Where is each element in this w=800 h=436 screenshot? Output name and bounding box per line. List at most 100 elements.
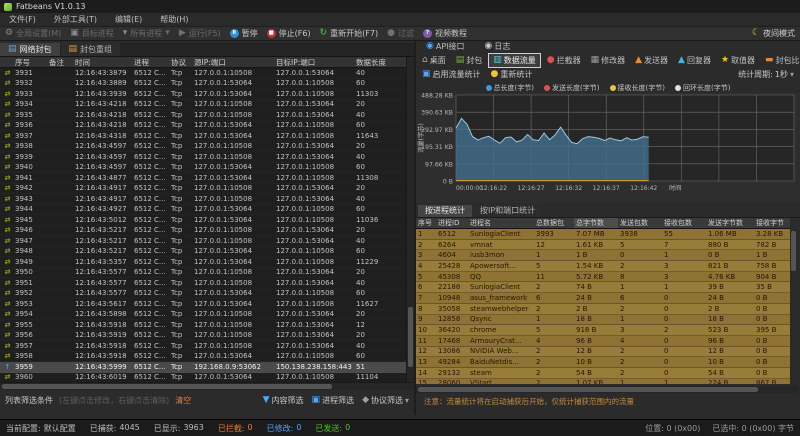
tool-tab-1[interactable]: ▤ 封包 <box>452 54 487 67</box>
stats-table-row[interactable]: 2 6264 vmnat 12 1.61 KB 5 7 880 B 782 B <box>416 239 790 251</box>
stats-table-row[interactable]: 14 29132 steam 2 54 B 2 0 54 B 0 B <box>416 367 790 379</box>
toolbar-button-4[interactable]: Ⅱ 暂停 <box>229 28 258 39</box>
table-row[interactable]: ⇄ 3942 12:16:43:4917 6512 C... Tcp 127.0.0.1:… <box>0 184 406 195</box>
stats-table-row[interactable]: 7 10948 asus_framework 6 24 B 6 0 24 B 0 B <box>416 293 790 304</box>
stats-tab-0[interactable]: 按进程统计 <box>418 205 472 217</box>
table-row[interactable]: ⇄ 3955 12:16:43:5918 6512 C... Tcp 127.0.0.1:… <box>0 320 406 331</box>
stats-column-header-3[interactable]: 总数据包 <box>534 218 574 228</box>
stat-period-select[interactable]: 统计周期: 1秒 ▾ <box>738 69 794 80</box>
right-top-tab-1[interactable]: ◉ 日志 <box>481 40 515 53</box>
table-row[interactable]: ⇄ 3951 12:16:43:5577 6512 C... Tcp 127.0.0.1:… <box>0 278 406 289</box>
stats-table-row[interactable]: 15 28060 VStart 2 1.07 KB 1 1 224 B 867 B <box>416 378 790 384</box>
protocol-filter-button[interactable]: ◆ 协议筛选 ▾ <box>362 395 409 406</box>
stats-table-row[interactable]: 1 6512 SunlogiaClient 3993 7.07 MB 3938 55 1.06… <box>416 229 790 240</box>
hscroll-thumb[interactable] <box>418 387 758 392</box>
clear-filter-button[interactable]: 清空 <box>175 395 191 406</box>
tool-tab-4[interactable]: ▦ 修改器 <box>587 54 630 67</box>
stats-table-row[interactable]: 11 17468 ArmouryCrat... 4 96 B 4 0 96 B 0 B <box>416 335 790 347</box>
left-tab-1[interactable]: ▤ 封包重组 <box>60 43 121 56</box>
tool-tab-2[interactable]: ▥ 数据流量 <box>488 52 541 68</box>
table-row[interactable]: ⇄ 3953 12:16:43:5617 6512 C... Tcp 127.0.0.1:… <box>0 299 406 310</box>
column-header-0[interactable]: 序号 <box>13 57 47 68</box>
table-row[interactable]: ⇄ 3938 12:16:43:4597 6512 C... Tcp 127.0.0.1:… <box>0 142 406 153</box>
stats-tab-1[interactable]: 按IP和端口统计 <box>473 205 543 217</box>
column-header-7[interactable]: 数据长度 <box>354 57 400 68</box>
hscroll-thumb[interactable] <box>2 384 332 389</box>
column-header-4[interactable]: 协议 <box>169 57 192 68</box>
stats-table-hscrollbar[interactable] <box>416 386 798 393</box>
column-header-5[interactable]: 源IP:端口 <box>192 57 274 68</box>
right-top-tab-0[interactable]: ◉ API接口 <box>422 40 469 53</box>
tool-tab-6[interactable]: ▲ 回复器 <box>674 54 715 67</box>
toolbar-button-8[interactable]: ? 视频教程 <box>422 28 467 39</box>
tool-tab-7[interactable]: ★ 取值器 <box>717 54 759 67</box>
column-header-1[interactable]: 备注 <box>47 57 73 68</box>
table-row[interactable]: ⇄ 3946 12:16:43:5217 6512 C... Tcp 127.0.0.1:… <box>0 226 406 237</box>
column-header-3[interactable]: 进程 <box>132 57 169 68</box>
table-row[interactable]: ⇄ 3937 12:16:43:4318 6512 C... Tcp 127.0.0.1:… <box>0 131 406 142</box>
table-row[interactable]: ⇄ 3950 12:16:43:5577 6512 C... Tcp 127.0.0.1:… <box>0 268 406 279</box>
vscroll-thumb[interactable] <box>791 231 796 271</box>
process-filter-button[interactable]: ▣ 进程筛选 <box>312 395 355 406</box>
tool-tab-8[interactable]: ▬封包比对 <box>761 54 800 67</box>
left-tab-0[interactable]: ▤ 网络封包 <box>0 43 60 56</box>
toolbar-button-5[interactable]: ■ 停止(F6) <box>266 28 311 39</box>
tool-tab-5[interactable]: ▲ 发送器 <box>631 54 672 67</box>
table-row[interactable]: ⇄ 3957 12:16:43:5918 6512 C... Tcp 127.0.0.1:… <box>0 341 406 352</box>
table-row[interactable]: ⇄ 3935 12:16:43:4218 6512 C... Tcp 127.0.0.1:… <box>0 110 406 121</box>
stats-column-header-2[interactable]: 进程名 <box>468 218 534 228</box>
menu-item-2[interactable]: 编辑(E) <box>106 13 151 27</box>
table-row[interactable]: ⇄ 3932 12:16:43:3889 6512 C... Tcp 127.0.0.1:… <box>0 79 406 90</box>
vscroll-thumb[interactable] <box>408 307 413 367</box>
stats-table-row[interactable]: 3 4604 iusb3mon 1 1 B 0 1 0 B 1 B <box>416 250 790 262</box>
table-row[interactable]: ⇄ 3956 12:16:43:5919 6512 C... Tcp 127.0.0.1:… <box>0 331 406 342</box>
column-header-2[interactable]: 时间 <box>73 57 132 68</box>
enable-traffic-stats-button[interactable]: ▣ 启用流量统计 <box>422 69 481 80</box>
stats-column-header-0[interactable]: 序号 <box>416 218 436 228</box>
legend-item-3[interactable]: 回环长度(字节) <box>674 83 730 93</box>
night-mode-toggle[interactable]: ☾ 夜间模式 <box>752 28 795 39</box>
table-row[interactable]: ⇄ 3944 12:16:43:4927 6512 C... Tcp 127.0.0.1:… <box>0 205 406 216</box>
table-row[interactable]: ⇄ 3960 12:16:43:6019 6512 C... Tcp 127.0.0.1:… <box>0 373 406 383</box>
stats-table-vscrollbar[interactable] <box>790 229 798 384</box>
stats-table-row[interactable]: 12 13086 NVIDIA Web... 2 12 B 2 0 12 B 0 B <box>416 346 790 358</box>
table-row[interactable]: ⇄ 3948 12:16:43:5217 6512 C... Tcp 127.0.0.1:… <box>0 247 406 258</box>
table-row[interactable]: ⇄ 3941 12:16:43:4877 6512 C... Tcp 127.0.0.1:… <box>0 173 406 184</box>
table-row[interactable]: ⇄ 3940 12:16:43:4597 6512 C... Tcp 127.0.0.1:… <box>0 163 406 174</box>
stats-column-header-8[interactable]: 接收字节 <box>754 218 790 228</box>
table-row[interactable]: ⇄ 3934 12:16:43:4218 6512 C... Tcp 127.0.0.1:… <box>0 100 406 111</box>
stats-column-header-7[interactable]: 发送字节数 <box>706 218 754 228</box>
tool-tab-3[interactable]: ● 拦截器 <box>543 54 585 67</box>
tool-tab-0[interactable]: ⌂ 桌面 <box>418 54 450 67</box>
stats-table-row[interactable]: 13 49284 BaiduNetdis... 2 10 B 2 0 10 B 0 B <box>416 357 790 368</box>
content-filter-button[interactable]: ▼ 内容筛选 <box>263 395 304 406</box>
table-row[interactable]: ⇄ 3939 12:16:43:4597 6512 C... Tcp 127.0.0.1:… <box>0 152 406 163</box>
menu-item-1[interactable]: 外部工具(T) <box>45 13 106 27</box>
stats-table-row[interactable]: 4 25428 Apowersoft... 5 1.54 KB 2 3 821 B 758 B <box>416 261 790 272</box>
column-header-6[interactable]: 目标IP:端口 <box>274 57 354 68</box>
stats-table-row[interactable]: 5 45308 QQ 11 5.72 KB 8 3 4.76 KB 904 B <box>416 271 790 283</box>
menu-item-3[interactable]: 帮助(H) <box>151 13 197 27</box>
menu-item-0[interactable]: 文件(F) <box>0 13 45 27</box>
table-row[interactable]: ⇄ 3952 12:16:43:5577 6512 C... Tcp 127.0.0.1:… <box>0 289 406 300</box>
table-row[interactable]: ⇄ 3945 12:16:43:5012 6512 C... Tcp 127.0.0.1:… <box>0 215 406 226</box>
packet-table-vscrollbar[interactable] <box>406 57 414 382</box>
stats-column-header-5[interactable]: 发送包数 <box>618 218 662 228</box>
legend-item-2[interactable]: 接收长度(字节) <box>609 83 665 93</box>
table-row[interactable]: ⇄ 3936 12:16:43:4218 6512 C... Tcp 127.0.0.1:… <box>0 121 406 132</box>
table-row[interactable]: ⇄ 3933 12:16:43:3939 6512 C... Tcp 127.0.0.1:… <box>0 89 406 100</box>
table-row[interactable]: ↑ 3959 12:16:43:5999 6512 C... Tcp 192.168.0.… <box>0 362 406 373</box>
stats-table-row[interactable]: 10 36420 chrome 5 918 B 3 2 523 B 395 B <box>416 325 790 336</box>
table-row[interactable]: ⇄ 3958 12:16:43:5918 6512 C... Tcp 127.0.0.1:… <box>0 352 406 363</box>
stats-table-row[interactable]: 8 35058 steamwebhelper 2 2 B 2 0 2 B 0 B <box>416 303 790 315</box>
table-row[interactable]: ⇄ 3943 12:16:43:4917 6512 C... Tcp 127.0.0.1:… <box>0 194 406 205</box>
table-row[interactable]: ⇄ 3931 12:16:43:3879 6512 C... Tcp 127.0.0.1:… <box>0 68 406 79</box>
stats-column-header-6[interactable]: 接收包数 <box>662 218 706 228</box>
table-row[interactable]: ⇄ 3949 12:16:43:5357 6512 C... Tcp 127.0.0.1:… <box>0 257 406 268</box>
stats-column-header-1[interactable]: 进程ID <box>436 218 468 228</box>
recount-button[interactable]: ● 重新统计 <box>491 69 533 80</box>
stats-table-row[interactable]: 6 22188 SunlogiaClient 2 74 B 1 1 39 B 35 B <box>416 282 790 294</box>
table-row[interactable]: ⇄ 3954 12:16:43:5898 6512 C... Tcp 127.0.0.1:… <box>0 310 406 321</box>
legend-item-1[interactable]: 发送长度(字节) <box>544 83 600 93</box>
toolbar-button-6[interactable]: ↻ 重新开始(F7) <box>320 28 378 39</box>
